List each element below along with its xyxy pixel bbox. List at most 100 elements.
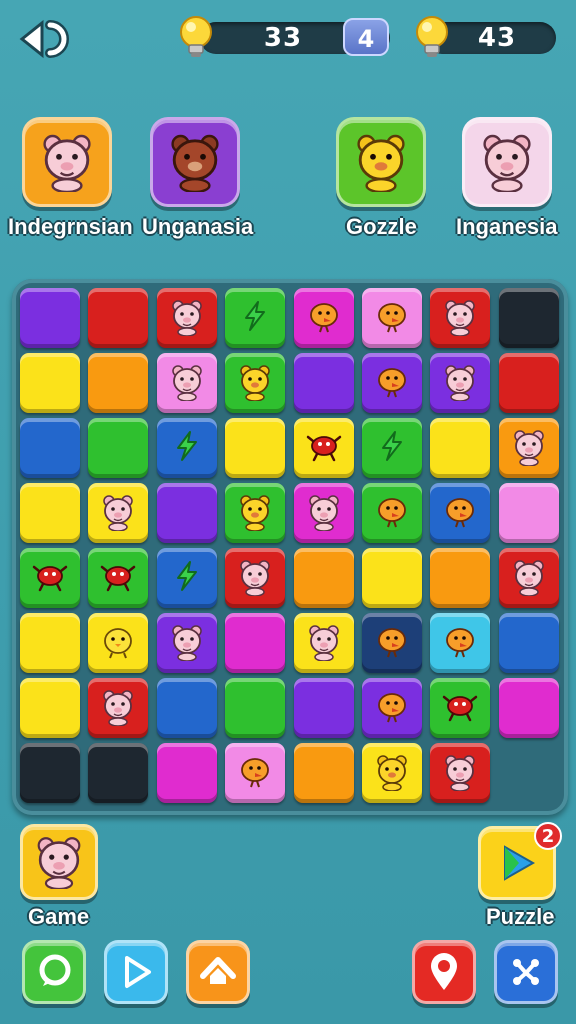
board-tile[interactable] [20,353,80,413]
board-tile[interactable] [225,678,286,738]
pig-icon [98,491,138,535]
board-tile[interactable] [293,483,354,543]
character-button-3[interactable] [336,117,426,207]
board-tile[interactable] [498,418,559,478]
board-tile[interactable] [430,678,491,738]
board-tile[interactable] [156,613,217,673]
board-tile[interactable] [156,418,217,478]
bird-icon [373,687,411,729]
character-button-2[interactable] [150,117,240,207]
puzzle-label: Puzzle [486,904,555,929]
board-tile[interactable] [430,288,491,348]
board-tile[interactable] [362,353,422,413]
bird-icon [373,622,411,664]
bird-icon [441,622,479,664]
board-tile[interactable] [362,548,422,608]
bird-icon [441,492,479,534]
board-tile[interactable] [20,613,80,673]
lightning-bolt-icon [375,429,409,467]
board-tile[interactable] [293,613,354,673]
board-tile[interactable] [88,548,149,608]
crab-icon [441,687,479,729]
board-tile[interactable] [88,483,149,543]
board-tile[interactable] [225,548,286,608]
board-tile[interactable] [20,678,80,738]
board-tile[interactable] [88,613,149,673]
board-tile[interactable] [430,353,491,413]
board-tile[interactable] [88,288,149,348]
board-tile[interactable] [362,613,422,673]
level-badge[interactable]: 4 [343,18,389,56]
pig-icon [440,751,480,795]
puzzle-board [12,279,568,815]
back-button[interactable] [14,14,74,64]
lightning-bolt-icon [170,429,204,467]
pig-icon [167,296,207,340]
play-icon [504,845,536,881]
play-button[interactable] [104,940,168,1004]
lightbulb-icon [412,14,452,60]
board-tile[interactable] [88,678,149,738]
board-tile[interactable] [156,743,217,803]
board-tile[interactable] [88,353,149,413]
board-tile[interactable] [156,288,217,348]
board-tile[interactable] [362,678,422,738]
board-tile[interactable] [88,418,149,478]
board-tile[interactable] [156,678,217,738]
back-arrow-icon [19,19,69,59]
board-tile[interactable] [498,483,559,543]
crab-icon [31,557,69,599]
home-button[interactable] [186,940,250,1004]
share-button[interactable] [494,940,558,1004]
board-tile[interactable] [498,353,559,413]
pig-icon [304,621,344,665]
bird-icon [373,297,411,339]
notification-badge: 2 [534,822,562,850]
board-tile[interactable] [156,353,217,413]
board-tile[interactable] [430,418,491,478]
board-tile[interactable] [293,353,354,413]
bear-icon [372,751,412,795]
board-tile[interactable] [498,613,559,673]
board-tile[interactable] [293,288,354,348]
chat-button[interactable] [22,940,86,1004]
board-tile[interactable] [225,613,286,673]
board-tile[interactable] [362,288,422,348]
character-button-1[interactable] [22,117,112,207]
chat-icon [39,954,71,986]
board-tile[interactable] [156,548,217,608]
board-tile[interactable] [430,613,491,673]
board-tile[interactable] [293,548,354,608]
board-tile[interactable] [362,743,422,803]
board-tile[interactable] [225,353,286,413]
board-tile[interactable] [20,548,80,608]
board-tile[interactable] [88,743,149,803]
board-tile[interactable] [20,743,80,803]
play-icon [125,956,151,988]
board-tile[interactable] [498,288,559,348]
chick-icon [98,621,138,665]
board-tile[interactable] [293,678,354,738]
game-button[interactable] [20,824,98,900]
board-tile[interactable] [20,418,80,478]
board-tile[interactable] [225,743,286,803]
board-tile[interactable] [293,418,354,478]
board-tile[interactable] [225,418,286,478]
board-tile[interactable] [20,288,80,348]
board-tile[interactable] [498,548,559,608]
board-tile[interactable] [498,678,559,738]
board-tile[interactable] [430,548,491,608]
board-tile[interactable] [156,483,217,543]
board-tile[interactable] [362,418,422,478]
board-tile[interactable] [293,743,354,803]
character-button-4[interactable] [462,117,552,207]
board-tile[interactable] [20,483,80,543]
board-tile[interactable] [225,483,286,543]
board-tile[interactable] [430,483,491,543]
board-tile[interactable] [225,288,286,348]
board-tile[interactable] [362,483,422,543]
board-tile[interactable] [430,743,491,803]
pig-icon [440,296,480,340]
map-button[interactable] [412,940,476,1004]
pig-icon [167,621,207,665]
